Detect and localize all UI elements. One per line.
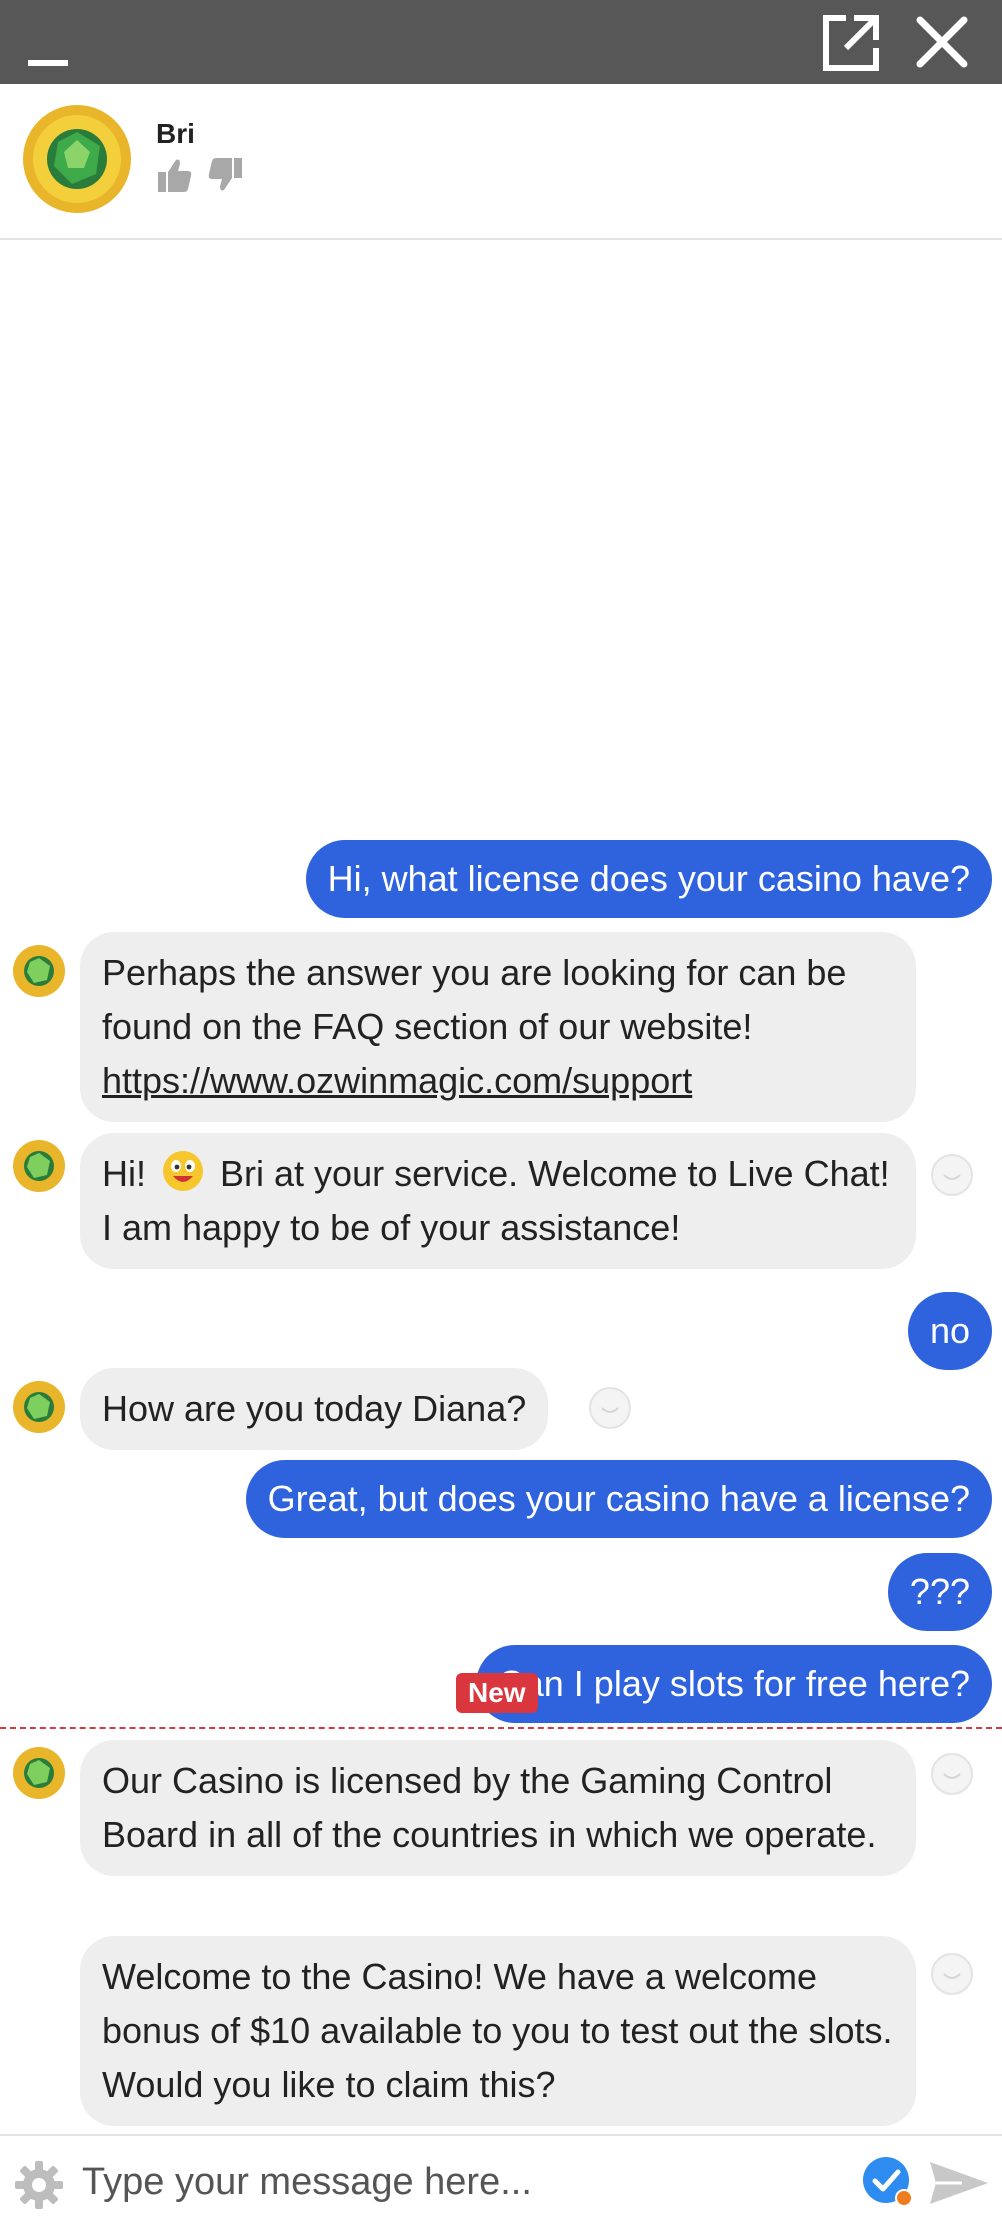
smiley-icon[interactable] (930, 1752, 974, 1796)
user-message: no (907, 1292, 992, 1370)
user-message: Can I play slots for free here? (475, 1645, 992, 1723)
user-message: Great, but does your casino have a licen… (245, 1460, 992, 1538)
user-message: ??? (887, 1553, 992, 1631)
agent-avatar-icon (13, 1381, 65, 1433)
user-message: Hi, what license does your casino have? (305, 840, 992, 918)
message-composer (0, 2134, 1002, 2226)
agent-avatar-icon (13, 1747, 65, 1799)
title-bar (0, 0, 1002, 84)
agent-message: How are you today Diana? (80, 1368, 549, 1450)
message-text: Perhaps the answer you are looking for c… (102, 952, 847, 1047)
agent-avatar-icon (13, 1140, 65, 1192)
minimize-icon[interactable] (28, 60, 68, 66)
emoji-grin-icon (163, 1151, 204, 1191)
thumbs-down-icon[interactable] (206, 156, 244, 194)
new-messages-divider (0, 1727, 1002, 1729)
message-text: Hi! (102, 1153, 146, 1194)
popout-icon[interactable] (820, 12, 882, 74)
agent-message: Welcome to the Casino! We have a welcome… (80, 1936, 916, 2126)
smiley-icon[interactable] (588, 1386, 632, 1430)
verified-check-icon (863, 2157, 913, 2207)
smiley-icon[interactable] (930, 1952, 974, 1996)
gear-icon[interactable] (14, 2160, 64, 2210)
agent-avatar-icon (13, 945, 65, 997)
new-messages-badge: New (456, 1673, 538, 1713)
send-icon[interactable] (928, 2158, 990, 2208)
message-text: Bri at your service. Welcome to Live Cha… (102, 1153, 890, 1248)
agent-name: Bri (156, 118, 195, 149)
agent-message: Hi! Bri at your service. Welcome to Live… (80, 1133, 916, 1269)
message-input[interactable] (82, 2154, 842, 2210)
smiley-icon[interactable] (930, 1153, 974, 1197)
close-icon[interactable] (912, 12, 972, 72)
avatar (23, 105, 131, 213)
agent-message: Our Casino is licensed by the Gaming Con… (80, 1740, 916, 1876)
agent-message: Perhaps the answer you are looking for c… (80, 932, 916, 1122)
support-link[interactable]: https://www.ozwinmagic.com/support (102, 1060, 692, 1101)
thumbs-up-icon[interactable] (156, 156, 194, 194)
chat-header: Bri (0, 84, 1002, 240)
